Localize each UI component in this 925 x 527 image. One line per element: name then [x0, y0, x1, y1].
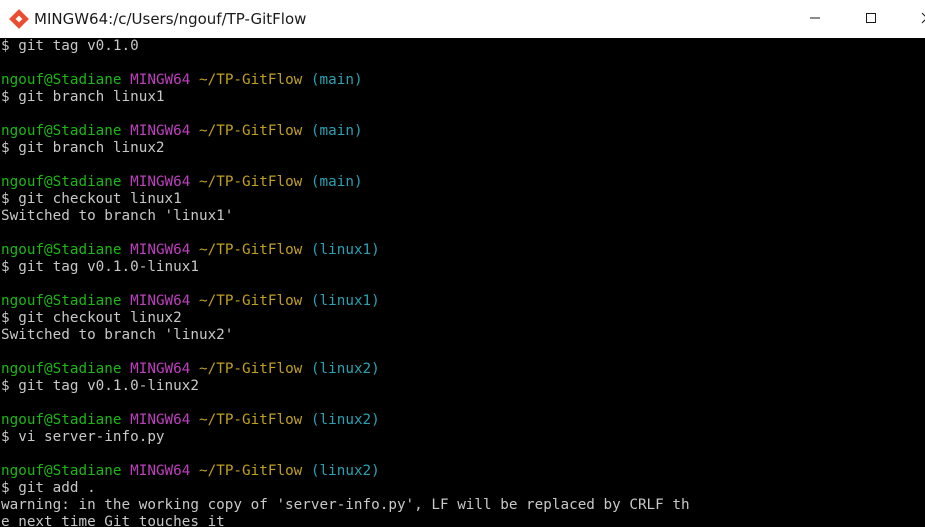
prompt-user: ngouf@Stadiane	[1, 123, 122, 139]
output-line: $ git branch linux1	[0, 89, 925, 106]
prompt-line: ngouf@Stadiane MINGW64 ~/TP-GitFlow (lin…	[0, 242, 925, 259]
prompt-branch: (main)	[310, 72, 363, 88]
output-text: $ git tag v0.1.0-linux2	[1, 378, 199, 394]
prompt-line: ngouf@Stadiane MINGW64 ~/TP-GitFlow (lin…	[0, 412, 925, 429]
prompt-user: ngouf@Stadiane	[1, 174, 122, 190]
window-title: MINGW64:/c/Users/ngouf/TP-GitFlow	[34, 10, 307, 28]
output-line: $ git checkout linux1	[0, 191, 925, 208]
output-line: $ git tag v0.1.0	[0, 38, 925, 55]
prompt-user: ngouf@Stadiane	[1, 293, 122, 309]
prompt-branch: (main)	[310, 123, 363, 139]
minimize-icon	[809, 10, 821, 28]
prompt-line: ngouf@Stadiane MINGW64 ~/TP-GitFlow (lin…	[0, 361, 925, 378]
prompt-branch: (linux2)	[310, 412, 380, 428]
prompt-line: ngouf@Stadiane MINGW64 ~/TP-GitFlow (lin…	[0, 463, 925, 480]
prompt-user: ngouf@Stadiane	[1, 463, 122, 479]
prompt-path: ~/TP-GitFlow	[199, 242, 303, 258]
prompt-line: ngouf@Stadiane MINGW64 ~/TP-GitFlow (mai…	[0, 72, 925, 89]
prompt-line: ngouf@Stadiane MINGW64 ~/TP-GitFlow (mai…	[0, 123, 925, 140]
prompt-host: MINGW64	[130, 293, 191, 309]
output-text: $ git tag v0.1.0-linux1	[1, 259, 199, 275]
prompt-branch: (linux2)	[310, 361, 380, 377]
output-line: Switched to branch 'linux1'	[0, 208, 925, 225]
output-text: $ git add .	[1, 480, 96, 496]
output-line: $ git branch linux2	[0, 140, 925, 157]
output-line: Switched to branch 'linux2'	[0, 327, 925, 344]
output-text: Switched to branch 'linux2'	[1, 327, 234, 343]
close-icon	[921, 10, 925, 28]
prompt-host: MINGW64	[130, 242, 191, 258]
prompt-path: ~/TP-GitFlow	[199, 361, 303, 377]
prompt-branch: (main)	[310, 174, 363, 190]
prompt-line: ngouf@Stadiane MINGW64 ~/TP-GitFlow (mai…	[0, 174, 925, 191]
output-line: $ git tag v0.1.0-linux1	[0, 259, 925, 276]
output-line: e next time Git touches it	[0, 514, 925, 527]
prompt-branch: (linux1)	[310, 293, 380, 309]
minimize-button[interactable]	[792, 0, 838, 38]
output-line: warning: in the working copy of 'server-…	[0, 497, 925, 514]
prompt-path: ~/TP-GitFlow	[199, 174, 303, 190]
prompt-path: ~/TP-GitFlow	[199, 463, 303, 479]
output-line: $ git add .	[0, 480, 925, 497]
prompt-user: ngouf@Stadiane	[1, 412, 122, 428]
prompt-host: MINGW64	[130, 412, 191, 428]
output-text: e next time Git touches it	[1, 514, 225, 527]
title-bar[interactable]: MINGW64:/c/Users/ngouf/TP-GitFlow	[0, 0, 925, 38]
output-text: $ git checkout linux2	[1, 310, 182, 326]
prompt-host: MINGW64	[130, 174, 191, 190]
prompt-user: ngouf@Stadiane	[1, 72, 122, 88]
prompt-user: ngouf@Stadiane	[1, 361, 122, 377]
prompt-user: ngouf@Stadiane	[1, 242, 122, 258]
output-text: warning: in the working copy of 'server-…	[1, 497, 690, 513]
terminal-window: MINGW64:/c/Users/ngouf/TP-GitFlow $ git …	[0, 0, 925, 527]
prompt-path: ~/TP-GitFlow	[199, 412, 303, 428]
output-line: $ vi server-info.py	[0, 429, 925, 446]
git-bash-icon	[9, 9, 29, 29]
output-text: $ git branch linux1	[1, 89, 165, 105]
prompt-line: ngouf@Stadiane MINGW64 ~/TP-GitFlow (lin…	[0, 293, 925, 310]
prompt-host: MINGW64	[130, 72, 191, 88]
prompt-host: MINGW64	[130, 361, 191, 377]
output-text: $ git tag v0.1.0	[1, 38, 139, 54]
prompt-path: ~/TP-GitFlow	[199, 123, 303, 139]
output-text: $ vi server-info.py	[1, 429, 165, 445]
prompt-branch: (linux2)	[310, 463, 380, 479]
prompt-path: ~/TP-GitFlow	[199, 293, 303, 309]
output-text: Switched to branch 'linux1'	[1, 208, 234, 224]
output-line: $ git checkout linux2	[0, 310, 925, 327]
maximize-icon	[865, 10, 877, 28]
prompt-branch: (linux1)	[310, 242, 380, 258]
prompt-host: MINGW64	[130, 463, 191, 479]
maximize-button[interactable]	[848, 0, 894, 38]
output-text: $ git branch linux2	[1, 140, 165, 156]
prompt-path: ~/TP-GitFlow	[199, 72, 303, 88]
terminal-output[interactable]: $ git tag v0.1.0 ngouf@Stadiane MINGW64 ~…	[0, 38, 925, 527]
output-line: $ git tag v0.1.0-linux2	[0, 378, 925, 395]
prompt-host: MINGW64	[130, 123, 191, 139]
close-button[interactable]	[904, 0, 925, 38]
output-text: $ git checkout linux1	[1, 191, 182, 207]
